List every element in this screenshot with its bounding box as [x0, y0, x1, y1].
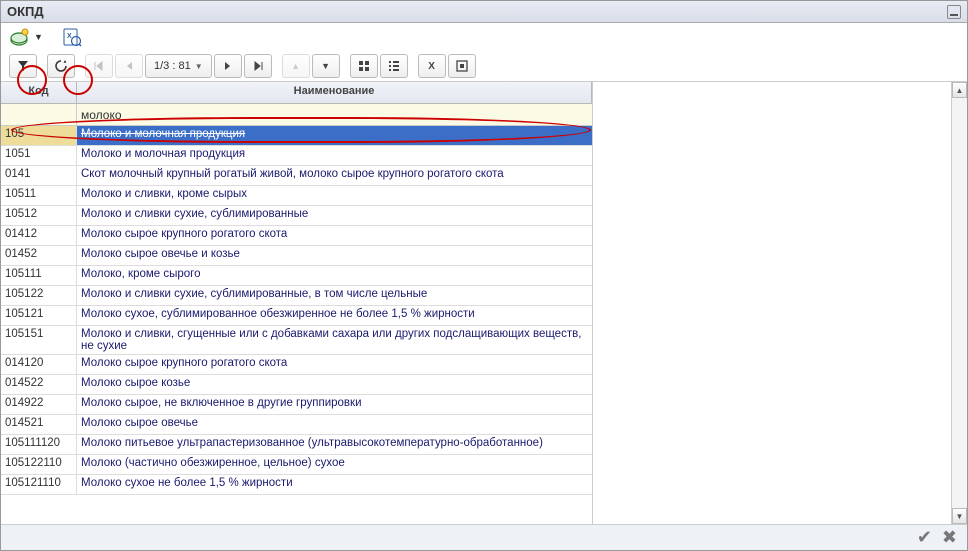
table-row[interactable]: 10512Молоко и сливки сухие, сублимирован… — [1, 206, 592, 226]
table-row[interactable]: 014521Молоко сырое овечье — [1, 415, 592, 435]
nav-next-button[interactable] — [214, 54, 242, 78]
toolbar-main: ▼ X — [1, 23, 967, 51]
cell-code: 014522 — [1, 375, 77, 394]
cell-code: 01452 — [1, 246, 77, 265]
minimize-icon[interactable] — [947, 5, 961, 19]
cell-name: Молоко сырое козье — [77, 375, 592, 394]
refresh-button[interactable] — [47, 54, 75, 78]
table-row[interactable]: 105121Молоко сухое, сублимированное обез… — [1, 306, 592, 326]
window-title: ОКПД — [7, 4, 44, 19]
confirm-icon[interactable]: ✔ — [917, 527, 932, 548]
grid: Код Наименование 105Молоко и молочная пр… — [1, 82, 593, 524]
sort-desc-button[interactable]: ▼ — [312, 54, 340, 78]
cell-code: 105111 — [1, 266, 77, 285]
table-row[interactable]: 105122110Молоко (частично обезжиренное, … — [1, 455, 592, 475]
cell-name: Молоко сырое овечье — [77, 415, 592, 434]
cell-code: 0141 — [1, 166, 77, 185]
table-row[interactable]: 105111Молоко, кроме сырого — [1, 266, 592, 286]
header-code[interactable]: Код — [1, 82, 77, 103]
scroll-up-icon[interactable]: ▲ — [952, 82, 967, 98]
sort-asc-button[interactable]: ▲ — [282, 54, 310, 78]
cell-code: 105122 — [1, 286, 77, 305]
cell-name: Молоко и сливки сухие, сублимированные — [77, 206, 592, 225]
cell-name: Молоко (частично обезжиренное, цельное) … — [77, 455, 592, 474]
header-name[interactable]: Наименование — [77, 82, 592, 103]
cell-code: 10512 — [1, 206, 77, 225]
table-row[interactable]: 0141Скот молочный крупный рогатый живой,… — [1, 166, 592, 186]
cell-name: Молоко сырое овечье и козье — [77, 246, 592, 265]
filter-row — [1, 104, 592, 126]
grid-header: Код Наименование — [1, 82, 592, 104]
new-record-icon[interactable] — [9, 26, 31, 48]
cell-code: 105 — [1, 126, 77, 145]
cell-code: 105111120 — [1, 435, 77, 454]
cell-name: Скот молочный крупный рогатый живой, мол… — [77, 166, 592, 185]
scrollbar[interactable]: ▲ ▼ — [951, 82, 967, 524]
table-row[interactable]: 10511Молоко и сливки, кроме сырых — [1, 186, 592, 206]
nav-prev-button[interactable] — [115, 54, 143, 78]
scroll-track[interactable] — [952, 98, 967, 508]
cell-code: 10511 — [1, 186, 77, 205]
cell-code: 014120 — [1, 355, 77, 374]
cell-name: Молоко сухое не более 1,5 % жирности — [77, 475, 592, 494]
table-row[interactable]: 105111120Молоко питьевое ультрапастеризо… — [1, 435, 592, 455]
cancel-icon[interactable]: ✖ — [942, 527, 957, 548]
filter-name-cell — [77, 104, 592, 125]
nav-last-button[interactable] — [244, 54, 272, 78]
cell-name: Молоко и сливки, кроме сырых — [77, 186, 592, 205]
page-info-text: 1/3 : 81 — [154, 60, 191, 72]
view-cards-button[interactable] — [350, 54, 378, 78]
cell-name: Молоко сырое крупного рогатого скота — [77, 355, 592, 374]
filter-code-cell[interactable] — [1, 104, 77, 125]
cell-code: 105122110 — [1, 455, 77, 474]
toolbar-nav: 1/3 : 81 ▼ ▲ ▼ X — [1, 51, 967, 81]
excel-export-icon[interactable]: X — [61, 26, 83, 48]
table-row[interactable]: 014522Молоко сырое козье — [1, 375, 592, 395]
table-row[interactable]: 105Молоко и молочная продукция — [1, 126, 592, 146]
fullscreen-button[interactable] — [448, 54, 476, 78]
table-row[interactable]: 1051Молоко и молочная продукция — [1, 146, 592, 166]
cell-name: Молоко, кроме сырого — [77, 266, 592, 285]
cell-name: Молоко сухое, сублимированное обезжиренн… — [77, 306, 592, 325]
filter-name-input[interactable] — [77, 104, 592, 125]
detail-pane — [593, 82, 951, 524]
table-row[interactable]: 105151Молоко и сливки, сгущенные или с д… — [1, 326, 592, 355]
cell-code: 105121 — [1, 306, 77, 325]
page-indicator[interactable]: 1/3 : 81 ▼ — [145, 54, 212, 78]
cell-name: Молоко и молочная продукция — [77, 126, 592, 145]
cell-name: Молоко сырое, не включенное в другие гру… — [77, 395, 592, 414]
cell-name: Молоко и сливки, сгущенные или с добавка… — [77, 326, 592, 354]
table-row[interactable]: 105121110Молоко сухое не более 1,5 % жир… — [1, 475, 592, 495]
table-row[interactable]: 014120Молоко сырое крупного рогатого ско… — [1, 355, 592, 375]
cell-code: 014922 — [1, 395, 77, 414]
view-list-button[interactable] — [380, 54, 408, 78]
cell-code: 01412 — [1, 226, 77, 245]
cell-name: Молоко и сливки сухие, сублимированные, … — [77, 286, 592, 305]
cell-code: 105151 — [1, 326, 77, 354]
scroll-down-icon[interactable]: ▼ — [952, 508, 967, 524]
table-row[interactable]: 01452Молоко сырое овечье и козье — [1, 246, 592, 266]
cell-name: Молоко сырое крупного рогатого скота — [77, 226, 592, 245]
cell-code: 014521 — [1, 415, 77, 434]
window: ОКПД ▼ X — [0, 0, 968, 551]
titlebar: ОКПД — [1, 1, 967, 23]
cell-code: 105121110 — [1, 475, 77, 494]
cell-name: Молоко и молочная продукция — [77, 146, 592, 165]
body: Код Наименование 105Молоко и молочная пр… — [1, 81, 967, 524]
nav-first-button[interactable] — [85, 54, 113, 78]
table-row[interactable]: 105122Молоко и сливки сухие, сублимирова… — [1, 286, 592, 306]
filter-button[interactable] — [9, 54, 37, 78]
new-record-dropdown-icon[interactable]: ▼ — [34, 32, 43, 42]
table-row[interactable]: 014922Молоко сырое, не включенное в друг… — [1, 395, 592, 415]
footer: ✔ ✖ — [1, 524, 967, 550]
cell-code: 1051 — [1, 146, 77, 165]
svg-text:X: X — [67, 33, 72, 40]
excel-x-button[interactable]: X — [418, 54, 446, 78]
cell-name: Молоко питьевое ультрапастеризованное (у… — [77, 435, 592, 454]
table-row[interactable]: 01412Молоко сырое крупного рогатого скот… — [1, 226, 592, 246]
grid-body: 105Молоко и молочная продукция1051Молоко… — [1, 126, 592, 524]
